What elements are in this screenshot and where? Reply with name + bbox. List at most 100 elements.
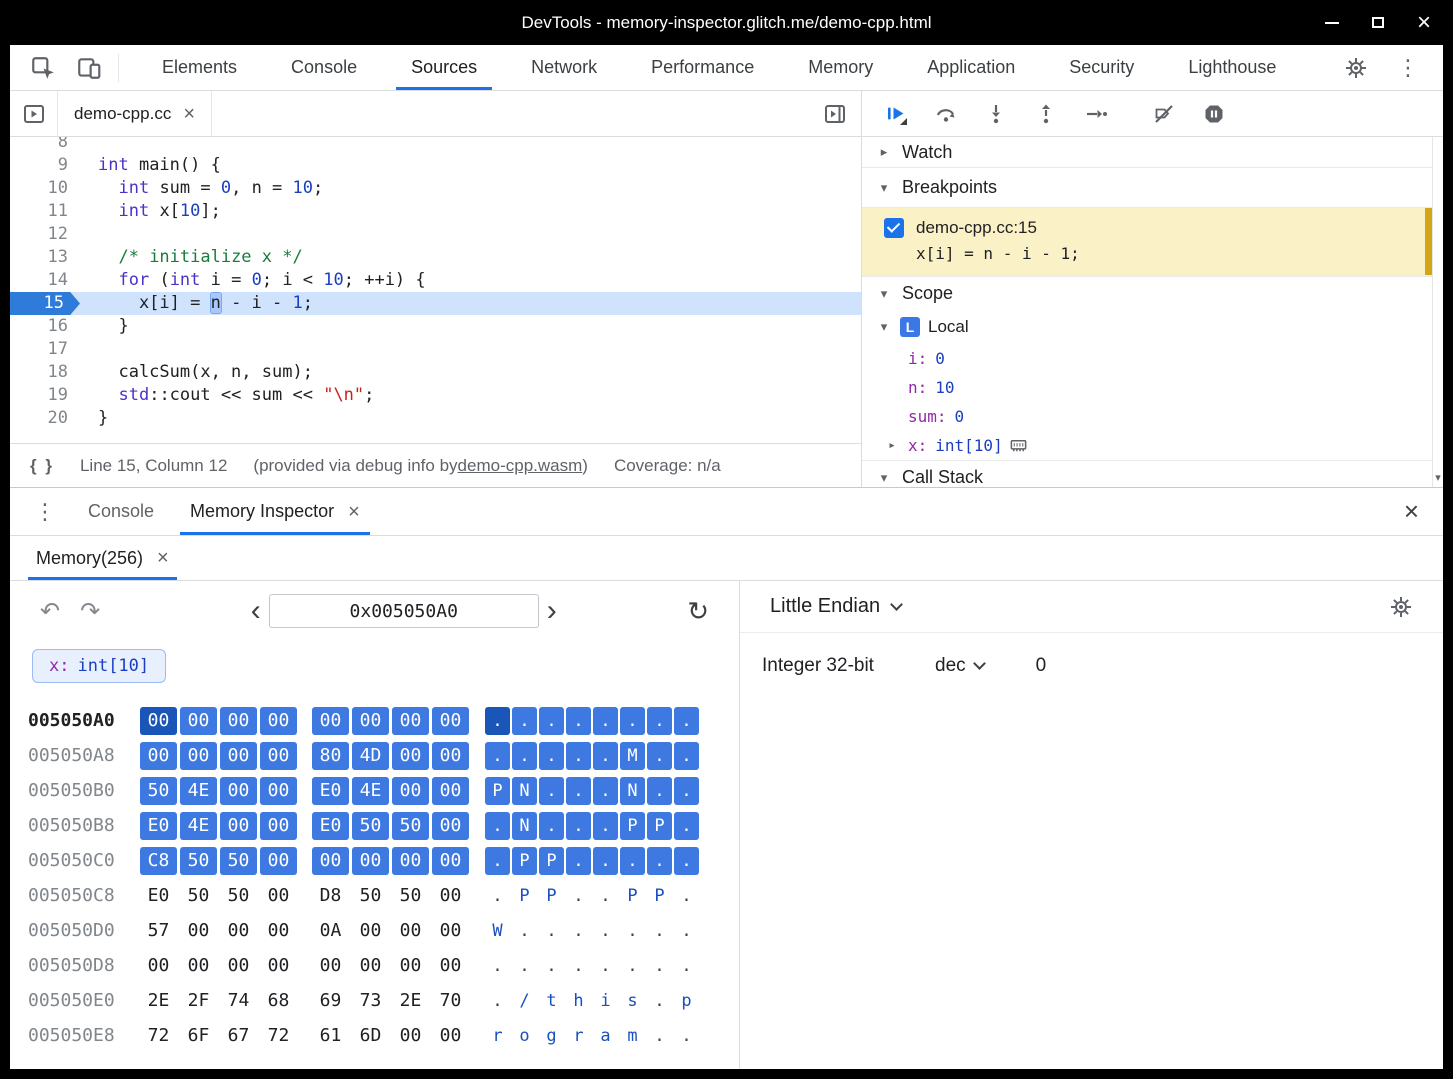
ascii-char[interactable]: . [566,882,591,910]
memory-byte[interactable]: 2F [180,987,217,1015]
memory-byte[interactable]: 72 [260,1022,297,1050]
ascii-char[interactable]: g [539,1022,564,1050]
memory-byte[interactable]: 00 [352,847,389,875]
memory-byte[interactable]: 70 [432,987,469,1015]
ascii-char[interactable]: M [620,742,645,770]
ascii-char[interactable]: . [512,707,537,735]
ascii-char[interactable]: . [485,987,510,1015]
ascii-char[interactable]: . [485,882,510,910]
ascii-char[interactable]: P [647,882,672,910]
memory-byte[interactable]: 50 [352,882,389,910]
memory-byte[interactable]: 00 [260,917,297,945]
pause-on-exceptions-icon[interactable] [1202,102,1226,126]
memory-256-tab[interactable]: Memory(256) × [28,536,177,580]
tab-security[interactable]: Security [1042,45,1161,90]
code-line-15[interactable]: 15 x[i] = n - i - 1; [10,292,861,315]
memory-byte[interactable]: 00 [180,952,217,980]
ascii-char[interactable]: . [593,777,618,805]
ascii-char[interactable]: . [647,707,672,735]
memory-byte[interactable]: 00 [180,742,217,770]
memory-byte[interactable]: E0 [312,812,349,840]
ascii-char[interactable]: P [539,847,564,875]
tab-lighthouse[interactable]: Lighthouse [1161,45,1303,90]
memory-byte[interactable]: 00 [392,707,429,735]
expand-icon[interactable]: ▸ [876,144,892,160]
ascii-char[interactable]: a [593,1022,618,1050]
memory-highlight-chip[interactable]: x: int[10] [32,649,166,683]
next-page-icon[interactable]: › [539,594,565,628]
file-tab-demo-cpp[interactable]: demo-cpp.cc × [58,91,212,136]
settings-gear-icon[interactable] [1341,53,1371,83]
scope-variable-x[interactable]: ▸x:int[10] [862,431,1443,460]
ascii-char[interactable]: N [512,777,537,805]
tab-elements[interactable]: Elements [135,45,264,90]
ascii-char[interactable]: . [647,952,672,980]
drawer-tab-memory-inspector[interactable]: Memory Inspector × [172,488,378,535]
ascii-char[interactable]: . [674,847,699,875]
memory-byte[interactable]: 00 [140,707,177,735]
line-number[interactable]: 11 [10,200,80,223]
line-number[interactable]: 12 [10,223,80,246]
memory-byte[interactable]: 80 [312,742,349,770]
memory-byte[interactable]: 69 [312,987,349,1015]
ascii-char[interactable]: i [593,987,618,1015]
open-memory-inspector-icon[interactable] [1009,436,1028,455]
ascii-char[interactable]: h [566,987,591,1015]
breakpoint-entry[interactable]: demo-cpp.cc:15 x[i] = n - i - 1; [862,208,1432,276]
ascii-char[interactable]: o [512,1022,537,1050]
memory-byte[interactable]: 00 [352,952,389,980]
code-line-16[interactable]: 16 } [10,315,861,338]
ascii-char[interactable]: . [647,987,672,1015]
device-toolbar-icon[interactable] [74,53,104,83]
line-number[interactable]: 17 [10,338,80,361]
code-line-17[interactable]: 17 [10,338,861,361]
ascii-char[interactable]: . [485,707,510,735]
memory-byte[interactable]: 6F [180,1022,217,1050]
memory-byte[interactable]: 00 [180,707,217,735]
ascii-char[interactable]: . [566,707,591,735]
code-line-12[interactable]: 12 [10,223,861,246]
collapse-icon[interactable]: ▾ [876,286,892,302]
memory-byte[interactable]: C8 [140,847,177,875]
memory-byte[interactable]: 61 [312,1022,349,1050]
memory-byte[interactable]: 00 [180,917,217,945]
code-editor[interactable]: 89int main() {10 int sum = 0, n = 10;11 … [10,137,861,443]
scroll-down-icon[interactable]: ▾ [1435,471,1441,484]
ascii-char[interactable]: . [566,742,591,770]
memory-byte[interactable]: 68 [260,987,297,1015]
ascii-char[interactable]: P [485,777,510,805]
memory-byte[interactable]: 50 [352,812,389,840]
value-settings-gear-icon[interactable] [1389,595,1413,619]
code-line-19[interactable]: 19 std::cout << sum << "\n"; [10,384,861,407]
drawer-menu-icon[interactable]: ⋮ [10,499,70,525]
breakpoints-section-header[interactable]: ▾ Breakpoints [862,168,1443,208]
memory-byte[interactable]: 4E [180,777,217,805]
history-forward-icon[interactable]: ↷ [80,597,100,626]
line-number[interactable]: 10 [10,177,80,200]
memory-byte[interactable]: 00 [260,952,297,980]
pretty-print-icon[interactable]: { } [30,456,54,476]
collapse-icon[interactable]: ▾ [876,470,892,486]
tab-memory[interactable]: Memory [781,45,900,90]
ascii-char[interactable]: P [512,847,537,875]
line-number[interactable]: 9 [10,154,80,177]
step-over-icon[interactable] [934,102,958,126]
drawer-tab-console[interactable]: Console [70,488,172,535]
line-number[interactable]: 15 [10,292,80,315]
memory-byte[interactable]: 50 [392,882,429,910]
code-line-18[interactable]: 18 calcSum(x, n, sum); [10,361,861,384]
drawer-close-icon[interactable]: × [1404,496,1419,527]
ascii-char[interactable]: . [539,777,564,805]
ascii-char[interactable]: . [593,952,618,980]
ascii-char[interactable]: . [485,812,510,840]
memory-byte[interactable]: 00 [260,847,297,875]
breakpoint-checkbox[interactable] [884,218,904,238]
ascii-char[interactable]: . [566,777,591,805]
memory-byte[interactable]: E0 [140,882,177,910]
ascii-char[interactable]: . [593,917,618,945]
memory-byte[interactable]: 50 [180,882,217,910]
memory-byte[interactable]: 00 [392,917,429,945]
memory-byte[interactable]: 00 [220,742,257,770]
ascii-char[interactable]: . [512,952,537,980]
ascii-char[interactable]: . [674,812,699,840]
